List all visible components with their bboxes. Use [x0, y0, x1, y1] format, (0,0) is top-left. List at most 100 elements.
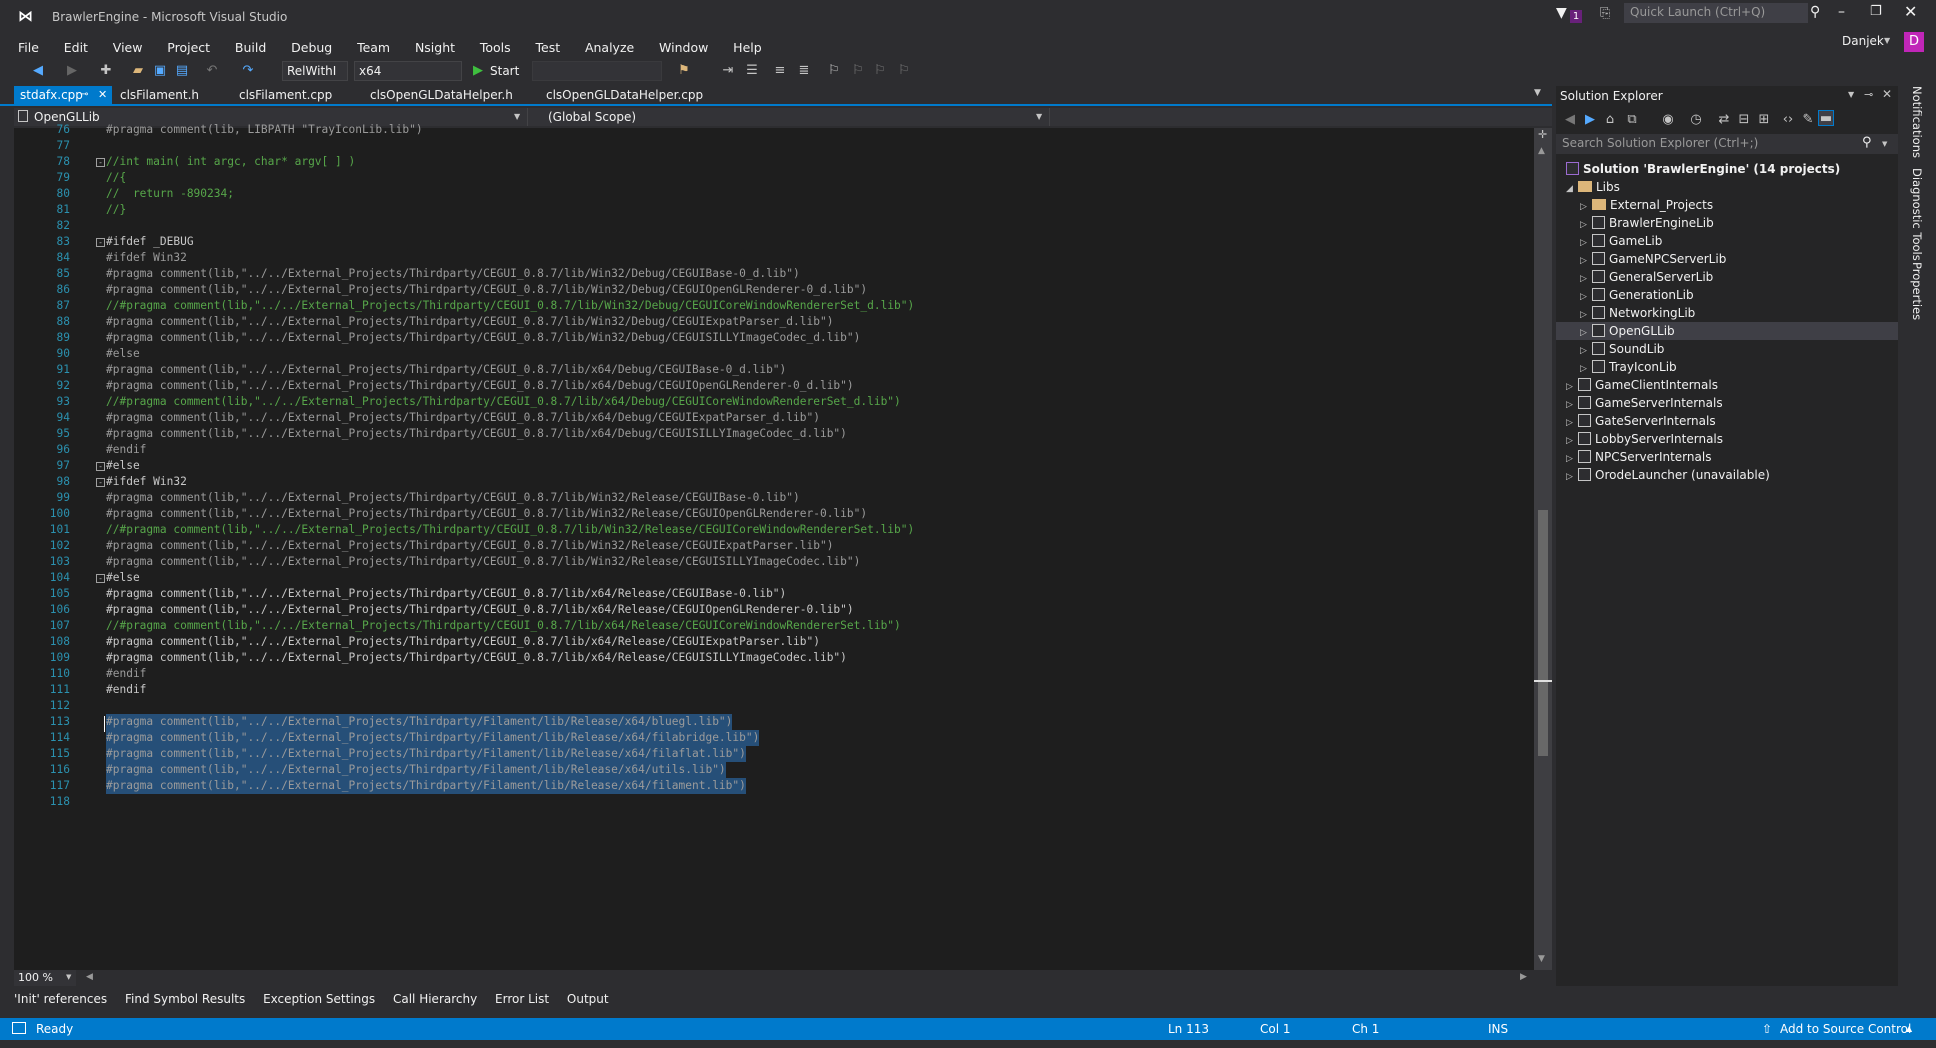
chevron-up-icon[interactable]: ▲: [1906, 1024, 1912, 1033]
solution-item[interactable]: ▷ OrodeLauncher (unavailable): [1566, 466, 1770, 484]
code-line[interactable]: #pragma comment(lib,"../../External_Proj…: [106, 634, 820, 650]
menu-tools[interactable]: Tools: [480, 34, 511, 55]
restore-button[interactable]: ❐: [1870, 4, 1882, 19]
code-line[interactable]: #ifdef Win32: [106, 250, 187, 266]
fold-toggle-icon[interactable]: -: [96, 574, 105, 583]
save-all-icon[interactable]: ▤: [174, 63, 190, 79]
rail-tab-properties[interactable]: Properties: [1910, 262, 1924, 320]
undo-icon[interactable]: ↶: [204, 63, 220, 79]
solution-item[interactable]: ▷ TrayIconLib: [1556, 358, 1898, 376]
add-to-source-control-button[interactable]: Add to Source Control: [1780, 1022, 1911, 1036]
chevron-down-icon[interactable]: ▼: [1884, 36, 1890, 45]
code-line[interactable]: // return -890234;: [106, 186, 234, 202]
prev-bookmark-icon[interactable]: ⚐: [850, 63, 866, 79]
tab-error-list[interactable]: Error List: [489, 988, 555, 1006]
code-line[interactable]: //#pragma comment(lib,"../../External_Pr…: [106, 618, 901, 634]
code-editor[interactable]: 76 #pragma comment(lib, LIBPATH "TrayIcon…: [8, 123, 1534, 970]
minimize-button[interactable]: –: [1838, 4, 1845, 20]
solution-item[interactable]: ▷ External_Projects: [1556, 196, 1898, 214]
code-line[interactable]: #ifdef Win32: [106, 474, 187, 490]
menu-analyze[interactable]: Analyze: [585, 34, 634, 55]
solution-item[interactable]: ▷ GameServerInternals: [1566, 394, 1723, 412]
solution-item[interactable]: ▷ GameClientInternals: [1566, 376, 1718, 394]
tab-clsopengldatahelper-cpp[interactable]: clsOpenGLDataHelper.cpp: [540, 86, 709, 106]
code-line[interactable]: #pragma comment(lib,"../../External_Proj…: [106, 714, 733, 730]
switch-views-icon[interactable]: ⧉: [1624, 112, 1640, 128]
menu-edit[interactable]: Edit: [64, 34, 88, 55]
sync-icon[interactable]: ⇄: [1716, 112, 1732, 128]
scroll-right-icon[interactable]: ▶: [1520, 972, 1527, 982]
tab-init-references[interactable]: 'Init' references: [8, 988, 113, 1006]
launch-target-select[interactable]: [532, 61, 662, 81]
code-line[interactable]: #pragma comment(lib,"../../External_Proj…: [106, 378, 854, 394]
scope-nav-select[interactable]: (Global Scope) ▼: [530, 108, 1050, 126]
code-line[interactable]: #else: [106, 346, 140, 362]
pin-icon[interactable]: ⊸: [1864, 88, 1873, 101]
code-line[interactable]: #pragma comment(lib,"../../External_Proj…: [106, 650, 847, 666]
redo-icon[interactable]: ↷: [240, 63, 256, 79]
menu-test[interactable]: Test: [536, 34, 561, 55]
fold-toggle-icon[interactable]: -: [96, 158, 105, 167]
solution-item[interactable]: ▷ GenerationLib: [1556, 286, 1898, 304]
code-line[interactable]: #endif: [106, 682, 146, 698]
code-line[interactable]: #endif: [106, 442, 146, 458]
close-button[interactable]: ✕: [1904, 2, 1917, 21]
menu-project[interactable]: Project: [167, 34, 210, 55]
scroll-down-icon[interactable]: ▼: [1538, 954, 1545, 964]
tab-stdafx-cpp[interactable]: stdafx.cpp ⊸ ✕: [14, 86, 112, 106]
code-line[interactable]: #pragma comment(lib,"../../External_Proj…: [106, 586, 786, 602]
rail-tab-diagnostic-tools[interactable]: Diagnostic Tools: [1910, 168, 1924, 261]
code-line[interactable]: #else: [106, 458, 140, 474]
code-line[interactable]: #pragma comment(lib,"../../External_Proj…: [106, 490, 800, 506]
open-file-icon[interactable]: ▰: [130, 63, 146, 79]
tab-output[interactable]: Output: [561, 988, 615, 1006]
next-bookmark-icon[interactable]: ⚐: [872, 63, 888, 79]
code-line[interactable]: //}: [106, 202, 126, 218]
menu-build[interactable]: Build: [235, 34, 266, 55]
user-name[interactable]: Danjek: [1842, 34, 1884, 48]
chevron-down-icon[interactable]: ▼: [1882, 140, 1887, 148]
menu-nsight[interactable]: Nsight: [415, 34, 455, 55]
tab-clsfilament-h[interactable]: clsFilament.h: [114, 86, 205, 106]
solution-item[interactable]: ▷ OpenGLLib: [1556, 322, 1898, 340]
tab-call-hierarchy[interactable]: Call Hierarchy: [387, 988, 483, 1006]
bookmark-icon[interactable]: ⚐: [826, 63, 842, 79]
code-line[interactable]: #pragma comment(lib, LIBPATH "TrayIconLi…: [106, 122, 423, 138]
code-line[interactable]: #pragma comment(lib,"../../External_Proj…: [106, 282, 867, 298]
quick-launch-input[interactable]: Quick Launch (Ctrl+Q): [1624, 3, 1808, 23]
configuration-select[interactable]: RelWithI: [282, 61, 348, 81]
comment-icon[interactable]: ≡: [772, 63, 788, 79]
solution-item[interactable]: ▷ LobbyServerInternals: [1566, 430, 1723, 448]
solution-item[interactable]: ▷ GameNPCServerLib: [1556, 250, 1898, 268]
code-line[interactable]: #pragma comment(lib,"../../External_Proj…: [106, 746, 746, 762]
tab-clsfilament-cpp[interactable]: clsFilament.cpp: [233, 86, 338, 106]
menu-window[interactable]: Window: [659, 34, 708, 55]
forward-icon[interactable]: ▶: [64, 63, 80, 79]
code-line[interactable]: #pragma comment(lib,"../../External_Proj…: [106, 362, 786, 378]
avatar[interactable]: D: [1904, 32, 1924, 52]
code-line[interactable]: #else: [106, 570, 140, 586]
home-icon[interactable]: ⌂: [1602, 112, 1618, 128]
notification-badge[interactable]: 1: [1570, 10, 1582, 23]
scroll-up-icon[interactable]: ▲: [1538, 146, 1545, 156]
solution-item[interactable]: ▷ NetworkingLib: [1556, 304, 1898, 322]
code-line[interactable]: #pragma comment(lib,"../../External_Proj…: [106, 602, 854, 618]
fold-toggle-icon[interactable]: -: [96, 478, 105, 487]
solution-item[interactable]: ▷ GameLib: [1556, 232, 1898, 250]
tab-clsopengldatahelper-h[interactable]: clsOpenGLDataHelper.h: [364, 86, 519, 106]
rail-tab-notifications[interactable]: Notifications: [1910, 86, 1924, 158]
code-line[interactable]: #pragma comment(lib,"../../External_Proj…: [106, 762, 726, 778]
chevron-down-icon[interactable]: ▼: [1848, 90, 1854, 99]
code-line[interactable]: #pragma comment(lib,"../../External_Proj…: [106, 506, 867, 522]
solution-item[interactable]: ▷ NPCServerInternals: [1566, 448, 1711, 466]
code-line[interactable]: //{: [106, 170, 126, 186]
code-line[interactable]: #pragma comment(lib,"../../External_Proj…: [106, 330, 860, 346]
platform-select[interactable]: x64: [354, 61, 462, 81]
save-icon[interactable]: ▣: [152, 63, 168, 79]
history-icon[interactable]: ◷: [1688, 112, 1704, 128]
code-line[interactable]: #pragma comment(lib,"../../External_Proj…: [106, 426, 847, 442]
tab-exception-settings[interactable]: Exception Settings: [257, 988, 381, 1006]
menu-file[interactable]: File: [18, 34, 39, 55]
menu-team[interactable]: Team: [357, 34, 390, 55]
start-button[interactable]: Start: [490, 64, 519, 78]
